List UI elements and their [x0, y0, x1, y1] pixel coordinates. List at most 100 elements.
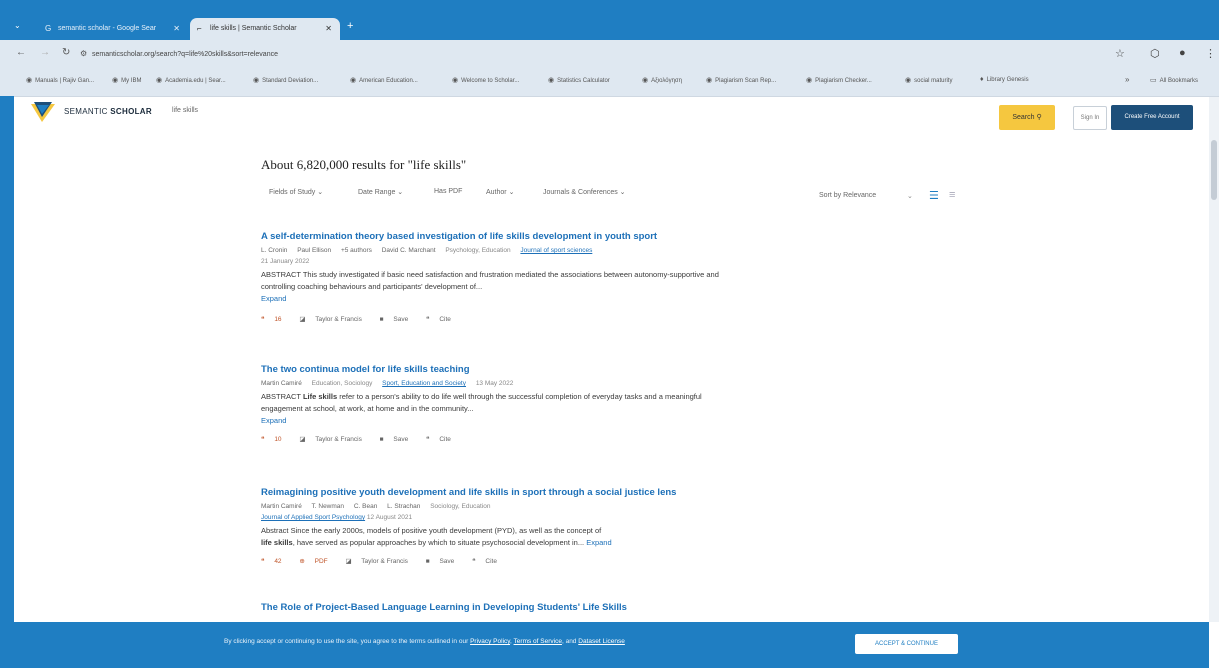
forward-arrow-icon[interactable]: →: [40, 47, 50, 58]
bookmark-label: Statistics Calculator: [557, 78, 610, 84]
expand-link[interactable]: Expand: [586, 538, 611, 547]
sort-chevron-down-icon[interactable]: ⌄: [907, 192, 913, 200]
citation-count[interactable]: ❝ 10: [261, 436, 290, 443]
new-tab-plus-icon[interactable]: +: [347, 20, 353, 32]
abstract-lead: ABSTRACT: [261, 270, 301, 279]
cite-button[interactable]: ❝ Cite: [426, 436, 459, 443]
bookmark-star-icon[interactable]: ☆: [1115, 47, 1125, 60]
save-button[interactable]: ■ Save: [380, 436, 417, 443]
globe-icon: ◉: [706, 77, 713, 84]
search-result: The two continua model for life skills t…: [261, 364, 731, 443]
publisher-name: Taylor & Francis: [361, 558, 408, 565]
result-title-link[interactable]: The two continua model for life skills t…: [261, 364, 731, 375]
back-arrow-icon[interactable]: ←: [16, 47, 26, 58]
bookmark-item[interactable]: ◉ Statistics Calculator: [548, 76, 610, 84]
tab-search-chevron-icon[interactable]: ⌄: [14, 21, 21, 30]
globe-icon: ◉: [806, 77, 813, 84]
menu-kebab-icon[interactable]: ⋮: [1205, 47, 1216, 60]
author-link[interactable]: Martin Camiré: [261, 503, 302, 510]
create-account-button[interactable]: Create Free Account: [1111, 105, 1193, 130]
abstract-highlight: life skills: [261, 538, 293, 547]
bookmark-item[interactable]: ◉ Manuals | Rajiv Gan...: [26, 76, 94, 84]
globe-icon: ◉: [156, 77, 163, 84]
tab-semantic-scholar[interactable]: ⌐ life skills | Semantic Scholar ✕: [190, 18, 340, 40]
page-content: SEMANTIC SCHOLAR life skills Search ⚲ Si…: [14, 97, 1209, 668]
bookmark-label: American Education...: [359, 78, 418, 84]
sort-select[interactable]: Sort by Relevance: [819, 192, 876, 199]
result-title-link[interactable]: Reimagining positive youth development a…: [261, 487, 741, 498]
save-button[interactable]: ■ Save: [380, 316, 417, 323]
globe-icon: ◉: [905, 77, 912, 84]
bookmark-icon: ■: [379, 436, 384, 443]
all-bookmarks[interactable]: ▭ All Bookmarks: [1150, 76, 1198, 84]
compact-view-icon[interactable]: ≡: [949, 189, 955, 201]
cite-button[interactable]: ❝ Cite: [472, 558, 505, 565]
filter-journals-conferences[interactable]: Journals & Conferences ⌄: [543, 188, 626, 196]
bookmark-item[interactable]: ♦ Library Genesis: [980, 76, 1029, 83]
dataset-license-link[interactable]: Dataset License: [578, 638, 625, 645]
close-tab-icon[interactable]: ✕: [325, 18, 332, 40]
journal-link[interactable]: Journal of sport sciences: [520, 247, 592, 254]
bookmark-item[interactable]: ◉ Plagiarism Scan Rep...: [706, 76, 776, 84]
save-button[interactable]: ■ Save: [426, 558, 463, 565]
close-tab-icon[interactable]: ✕: [173, 18, 180, 40]
browser-tab-strip: ⌄ G semantic scholar - Google Sear ✕ ⌐ l…: [0, 0, 1219, 40]
author-link[interactable]: T. Newman: [312, 503, 345, 510]
accept-continue-button[interactable]: ACCEPT & CONTINUE: [855, 634, 958, 654]
sign-in-button[interactable]: Sign In: [1073, 106, 1107, 130]
result-journal-date: Journal of Applied Sport Psychology 12 A…: [261, 514, 741, 521]
list-view-icon[interactable]: ☰: [929, 189, 939, 202]
filter-has-pdf[interactable]: Has PDF: [434, 188, 462, 195]
author-link[interactable]: C. Bean: [354, 503, 378, 510]
cite-button[interactable]: ❝ Cite: [426, 316, 459, 323]
author-link[interactable]: Paul Ellison: [297, 247, 331, 254]
publisher-link[interactable]: ◪ Taylor & Francis: [299, 436, 369, 443]
bookmark-icon: ■: [379, 316, 384, 323]
author-link[interactable]: L. Strachan: [387, 503, 420, 510]
expand-link[interactable]: Expand: [261, 416, 286, 425]
citation-count[interactable]: ❝ 42: [261, 558, 290, 565]
more-authors-link[interactable]: +5 authors: [341, 247, 372, 254]
filter-fields-of-study[interactable]: Fields of Study ⌄: [269, 188, 323, 196]
google-favicon-icon: G: [45, 24, 52, 33]
url-input[interactable]: semanticscholar.org/search?q=life%20skil…: [92, 45, 1092, 65]
bookmark-item[interactable]: ◉ Academia.edu | Sear...: [156, 76, 226, 84]
search-button[interactable]: Search ⚲: [999, 105, 1055, 130]
site-info-icon[interactable]: ⚙: [80, 49, 87, 58]
filter-date-range[interactable]: Date Range ⌄: [358, 188, 403, 196]
publisher-link[interactable]: ◪ Taylor & Francis: [345, 558, 415, 565]
bookmark-item[interactable]: ◉ Standard Deviation...: [253, 76, 318, 84]
semantic-scholar-logo-icon[interactable]: [30, 101, 56, 123]
save-label: Save: [393, 316, 409, 323]
result-date: 13 May 2022: [475, 380, 514, 387]
pdf-link[interactable]: ⊕ PDF: [299, 558, 335, 565]
result-title-link[interactable]: A self-determination theory based invest…: [261, 231, 731, 242]
search-query-input[interactable]: life skills: [172, 107, 198, 114]
bookmark-item[interactable]: ◉ social maturity: [905, 76, 952, 84]
citation-count[interactable]: ❝ 16: [261, 316, 290, 323]
privacy-policy-link[interactable]: Privacy Policy: [470, 638, 510, 645]
profile-avatar-icon[interactable]: ●: [1179, 47, 1186, 59]
tab-google-search[interactable]: G semantic scholar - Google Sear ✕: [38, 18, 188, 40]
result-title-link[interactable]: The Role of Project-Based Language Learn…: [261, 602, 731, 613]
bookmark-item[interactable]: ◉ Αξιολόγηση: [642, 76, 682, 84]
extensions-icon[interactable]: ⬡: [1150, 47, 1160, 60]
site-logo-text[interactable]: SEMANTIC SCHOLAR: [64, 107, 152, 116]
scrollbar-thumb[interactable]: [1211, 140, 1217, 200]
author-link[interactable]: L. Cronin: [261, 247, 287, 254]
bookmark-item[interactable]: ◉ American Education...: [350, 76, 418, 84]
journal-link[interactable]: Sport, Education and Society: [382, 380, 466, 387]
bookmarks-overflow-icon[interactable]: »: [1125, 75, 1129, 84]
journal-link[interactable]: Journal of Applied Sport Psychology: [261, 514, 365, 521]
terms-of-service-link[interactable]: Terms of Service: [514, 638, 562, 645]
cookie-consent-text: By clicking accept or continuing to use …: [224, 638, 625, 645]
author-link[interactable]: Martin Camiré: [261, 380, 302, 387]
author-link[interactable]: David C. Marchant: [382, 247, 436, 254]
publisher-link[interactable]: ◪ Taylor & Francis: [299, 316, 369, 323]
filter-author[interactable]: Author ⌄: [486, 188, 514, 196]
bookmark-item[interactable]: ◉ My IBM: [112, 76, 141, 84]
bookmark-item[interactable]: ◉ Welcome to Scholar...: [452, 76, 519, 84]
bookmark-item[interactable]: ◉ Plagiarism Checker...: [806, 76, 872, 84]
reload-icon[interactable]: ↻: [62, 47, 70, 58]
expand-link[interactable]: Expand: [261, 294, 286, 303]
